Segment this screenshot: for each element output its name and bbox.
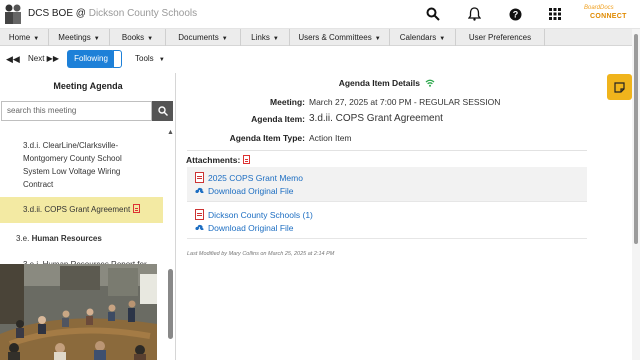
agenda-item-3-d-ii-selected[interactable]: 3.d.ii. COPS Grant Agreement bbox=[0, 197, 163, 223]
agenda-section-label: Human Resources bbox=[31, 234, 102, 243]
meeting-video-player[interactable] bbox=[0, 264, 157, 360]
pdf-icon bbox=[243, 155, 251, 164]
attachment-link[interactable]: Dickson County Schools (1) bbox=[195, 209, 313, 220]
help-icon[interactable]: ? bbox=[507, 6, 523, 22]
search-meeting-input[interactable]: search this meeting bbox=[1, 101, 152, 121]
menu-user-preferences-label: User Preferences bbox=[468, 33, 532, 42]
app-title: DCS BOE @ Dickson County Schools bbox=[28, 8, 197, 19]
menu-documents-label: Documents bbox=[178, 33, 219, 42]
next-item-button[interactable]: Next ▶▶ bbox=[28, 54, 59, 63]
divider bbox=[187, 150, 587, 151]
agenda-item-label: 3.d.i. ClearLine/Clarksville-Montgomery … bbox=[23, 141, 122, 189]
page-scrollbar[interactable] bbox=[632, 29, 640, 360]
attachment-row: 2025 COPS Grant Memo Download Original F… bbox=[187, 167, 587, 202]
menu-users-committees-label: Users & Committees bbox=[298, 33, 372, 42]
menu-links-label: Links bbox=[251, 33, 270, 42]
chevron-down-icon: ▼ bbox=[439, 36, 446, 42]
agenda-heading: Meeting Agenda bbox=[53, 81, 123, 91]
previous-item-button[interactable]: ◀◀ bbox=[6, 54, 20, 65]
main-menu: Home ▼ Meetings ▼ Books ▼ Documents ▼ Links ▼… bbox=[0, 29, 640, 46]
top-bar: DCS BOE @ Dickson County Schools ? Board… bbox=[0, 0, 640, 29]
details-title: Agenda Item Details bbox=[177, 78, 597, 88]
chevron-down-icon: ▼ bbox=[272, 36, 279, 42]
sticky-note-button[interactable] bbox=[607, 74, 632, 100]
agenda-section-3-e[interactable]: 3.e. Human Resources bbox=[16, 234, 102, 243]
download-original-link[interactable]: Download Original File bbox=[195, 186, 294, 196]
menu-meetings[interactable]: Meetings ▼ bbox=[49, 29, 110, 46]
agenda-item-type-value: Action Item bbox=[309, 133, 352, 143]
attachments-label: Attachments: bbox=[186, 155, 251, 165]
app-name: DCS BOE @ bbox=[28, 8, 86, 19]
meeting-value: March 27, 2025 at 7:00 PM - REGULAR SESS… bbox=[309, 97, 501, 107]
menu-users-committees[interactable]: Users & Committees ▼ bbox=[290, 29, 390, 46]
menu-user-preferences[interactable]: User Preferences bbox=[456, 29, 545, 46]
search-icon[interactable] bbox=[425, 6, 441, 22]
menu-links[interactable]: Links ▼ bbox=[241, 29, 290, 46]
download-original-link[interactable]: Download Original File bbox=[195, 223, 294, 233]
chevron-down-icon: ▼ bbox=[147, 36, 154, 42]
live-signal-icon bbox=[425, 79, 435, 87]
agenda-item-3-d-i[interactable]: 3.d.i. ClearLine/Clarksville-Montgomery … bbox=[23, 139, 148, 191]
pdf-icon bbox=[195, 172, 204, 183]
search-meeting-button[interactable] bbox=[152, 101, 173, 121]
cloud-download-icon bbox=[195, 224, 204, 231]
menu-books-label: Books bbox=[121, 33, 145, 42]
agenda-scrollbar[interactable]: ▲ bbox=[166, 124, 175, 360]
menu-home[interactable]: Home ▼ bbox=[0, 29, 49, 46]
chevron-down-icon: ▼ bbox=[93, 36, 100, 42]
bell-icon[interactable] bbox=[466, 6, 482, 22]
agenda-item-details: Agenda Item Details Meeting: March 27, 2… bbox=[177, 73, 632, 360]
pdf-icon bbox=[195, 209, 204, 220]
agenda-section-number: 3.e. bbox=[16, 234, 30, 243]
agenda-item-type-label: Agenda Item Type: bbox=[229, 133, 305, 143]
chevron-down-icon: ▼ bbox=[221, 36, 228, 42]
pdf-icon bbox=[133, 204, 141, 213]
following-button[interactable]: Following bbox=[67, 50, 115, 68]
menu-documents[interactable]: Documents ▼ bbox=[166, 29, 241, 46]
attachments-label-text: Attachments: bbox=[186, 155, 241, 165]
chevron-down-icon: ▼ bbox=[33, 36, 40, 42]
meeting-toolbar: ◀◀ Next ▶▶ Following Tools ▼ bbox=[0, 46, 640, 73]
attachment-name: 2025 COPS Grant Memo bbox=[208, 173, 303, 183]
scrollbar-thumb[interactable] bbox=[168, 269, 173, 339]
cloud-download-icon bbox=[195, 187, 204, 194]
connect-logo-small: BoardDocs bbox=[584, 5, 614, 11]
boarddocs-connect-logo[interactable]: BoardDocs CONNECT bbox=[584, 5, 627, 23]
attachment-name: Dickson County Schools (1) bbox=[208, 210, 313, 220]
attachment-link[interactable]: 2025 COPS Grant Memo bbox=[195, 172, 303, 183]
menu-calendars[interactable]: Calendars ▼ bbox=[390, 29, 456, 46]
chevron-down-icon: ▼ bbox=[158, 57, 165, 63]
meeting-label: Meeting: bbox=[270, 97, 305, 107]
following-toggle[interactable] bbox=[113, 50, 122, 68]
menu-calendars-label: Calendars bbox=[399, 33, 437, 42]
details-title-text: Agenda Item Details bbox=[338, 78, 420, 88]
connect-logo-text: CONNECT bbox=[590, 13, 627, 20]
download-label: Download Original File bbox=[208, 223, 294, 233]
apps-grid-icon[interactable] bbox=[547, 6, 563, 22]
tools-menu-label: Tools bbox=[135, 54, 154, 63]
agenda-item-value: 3.d.ii. COPS Grant Agreement bbox=[309, 113, 443, 124]
search-icon bbox=[157, 106, 168, 116]
menu-meetings-label: Meetings bbox=[58, 33, 91, 42]
district-logo[interactable] bbox=[2, 2, 24, 26]
agenda-item-label: 3.d.ii. COPS Grant Agreement bbox=[23, 205, 131, 214]
download-label: Download Original File bbox=[208, 186, 294, 196]
agenda-item-label: Agenda Item: bbox=[251, 114, 305, 124]
menu-books[interactable]: Books ▼ bbox=[110, 29, 166, 46]
tools-menu[interactable]: Tools ▼ bbox=[135, 54, 165, 63]
attachment-row: Dickson County Schools (1) Download Orig… bbox=[187, 204, 587, 239]
org-name: Dickson County Schools bbox=[88, 8, 198, 19]
scroll-up-icon[interactable]: ▲ bbox=[167, 129, 174, 136]
menu-home-label: Home bbox=[8, 33, 31, 42]
scrollbar-thumb[interactable] bbox=[634, 34, 638, 244]
note-icon bbox=[614, 81, 625, 93]
chevron-down-icon: ▼ bbox=[374, 36, 381, 42]
last-modified-text: Last Modified by Mary Collins on March 2… bbox=[187, 251, 335, 257]
svg-text:?: ? bbox=[512, 9, 518, 19]
